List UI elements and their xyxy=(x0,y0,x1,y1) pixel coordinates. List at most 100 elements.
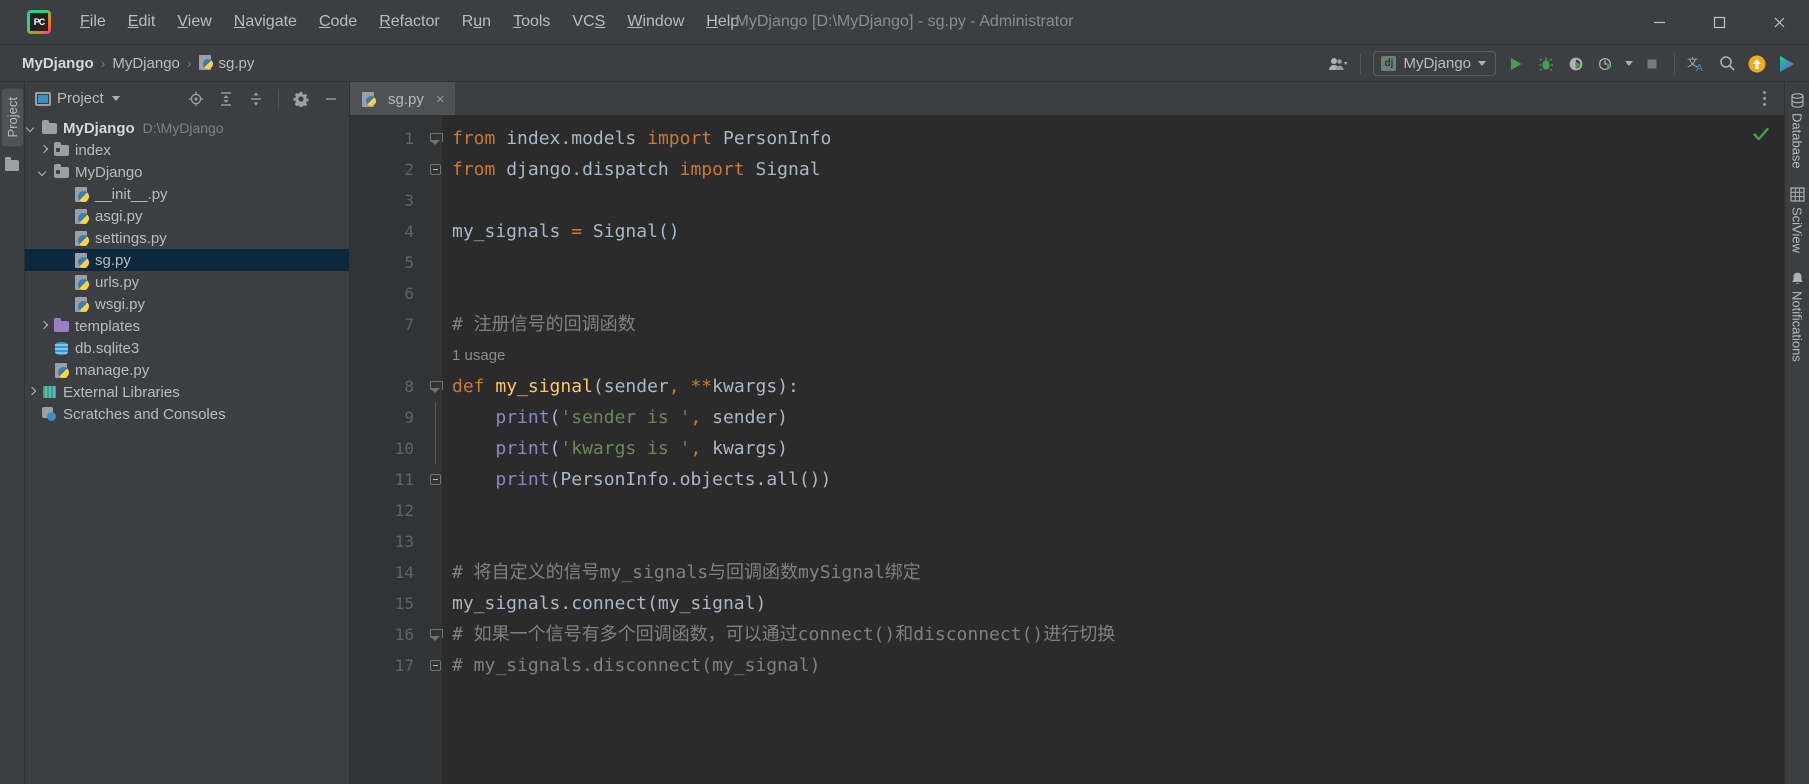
chevron-down-icon xyxy=(1478,61,1486,66)
breadcrumb-label: sg.py xyxy=(218,54,255,72)
stop-button[interactable] xyxy=(1638,50,1666,78)
menu-tools[interactable]: Tools xyxy=(502,9,561,35)
inspection-status-icon[interactable] xyxy=(1752,125,1770,143)
run-with-coverage-button[interactable] xyxy=(1562,50,1590,78)
settings-gear-icon[interactable] xyxy=(289,87,313,111)
right-tool-tab-sciview[interactable]: SciView xyxy=(1788,182,1807,258)
code-content[interactable]: from index.models import PersonInfo from … xyxy=(442,115,1784,784)
code-fold-marker[interactable] xyxy=(428,619,443,650)
tree-node-label: urls.py xyxy=(95,273,140,291)
right-tool-tab-notifications[interactable]: Notifications xyxy=(1788,266,1807,367)
code-editor[interactable]: 1234567 8 9 10 11 12 13 14 15 16 17 from index.mo… xyxy=(350,115,1784,784)
code-folding-gutter[interactable] xyxy=(428,115,443,784)
tree-node-external-libraries[interactable]: External Libraries xyxy=(25,381,349,403)
menu-window[interactable]: Window xyxy=(616,9,695,35)
chevron-open-icon[interactable] xyxy=(25,121,39,135)
code-line: print(PersonInfo.objects.all()) xyxy=(495,469,832,490)
breadcrumb-item-2[interactable]: sg.py xyxy=(198,54,255,72)
editor-tab-actions xyxy=(1754,82,1774,115)
chevron-closed-icon[interactable] xyxy=(37,143,51,157)
ide-assistant-icon[interactable] xyxy=(1773,50,1801,78)
code-fold-marker[interactable] xyxy=(428,402,442,433)
close-tab-icon[interactable]: × xyxy=(436,91,445,108)
module-folder-icon xyxy=(53,142,71,158)
tree-node-asgi-py[interactable]: asgi.py xyxy=(25,205,349,227)
python-file-icon xyxy=(73,252,91,268)
chevron-closed-icon[interactable] xyxy=(37,319,51,333)
breadcrumb-item-1[interactable]: MyDjango xyxy=(112,55,180,72)
code-fold-marker[interactable] xyxy=(428,123,443,154)
project-panel-title: Project xyxy=(57,90,104,107)
tree-node-db-sqlite3[interactable]: db.sqlite3 xyxy=(25,337,349,359)
menu-run[interactable]: Run xyxy=(451,9,502,35)
translate-icon[interactable]: 文 A xyxy=(1683,50,1711,78)
project-tree[interactable]: MyDjango D:\MyDjango index MyDjango __init__… xyxy=(25,115,349,784)
update-project-icon[interactable] xyxy=(1743,50,1771,78)
collapse-all-icon[interactable] xyxy=(244,87,268,111)
menu-refactor[interactable]: Refactor xyxy=(368,9,450,35)
run-button[interactable] xyxy=(1502,50,1530,78)
tree-node-sg-py[interactable]: sg.py xyxy=(25,249,349,271)
profile-dropdown-icon[interactable] xyxy=(1622,50,1636,78)
code-fold-marker[interactable] xyxy=(428,650,442,681)
tree-node-templates[interactable]: templates xyxy=(25,315,349,337)
tree-node-settings-py[interactable]: settings.py xyxy=(25,227,349,249)
menu-edit[interactable]: Edit xyxy=(117,9,167,35)
debug-button[interactable] xyxy=(1532,50,1560,78)
chevron-closed-icon[interactable] xyxy=(25,385,39,399)
menu-navigate[interactable]: Navigate xyxy=(223,9,308,35)
profile-button[interactable] xyxy=(1592,50,1620,78)
menu-vcs[interactable]: VCS xyxy=(561,9,616,35)
line-number: 5 xyxy=(404,253,414,272)
code-line: # 注册信号的回调函数 xyxy=(452,314,636,335)
tree-node-wsgi-py[interactable]: wsgi.py xyxy=(25,293,349,315)
close-window-button[interactable] xyxy=(1749,0,1809,45)
maximize-window-button[interactable] xyxy=(1689,0,1749,45)
line-number: 6 xyxy=(404,284,414,303)
user-account-icon[interactable] xyxy=(1324,50,1352,78)
tree-node--init-py[interactable]: __init__.py xyxy=(25,183,349,205)
project-scope-chevron-down-icon[interactable] xyxy=(111,96,120,101)
chevron-open-icon[interactable] xyxy=(37,165,51,179)
sidebar-item-project[interactable]: Project xyxy=(1,88,23,147)
project-tool-window: Project MyDjango D:\MyDjango index MyDja… xyxy=(25,82,350,784)
usage-inlay-hint[interactable]: 1 usage xyxy=(442,340,1784,371)
right-tool-tab-database[interactable]: Database xyxy=(1788,88,1807,174)
project-window-icon xyxy=(35,91,51,106)
run-configuration-selector[interactable]: dj MyDjango xyxy=(1373,51,1496,76)
menu-file[interactable]: File xyxy=(69,9,117,35)
expand-all-icon[interactable] xyxy=(214,87,238,111)
menu-help[interactable]: Help xyxy=(695,9,750,35)
locate-file-icon[interactable] xyxy=(184,87,208,111)
minimize-window-button[interactable] xyxy=(1629,0,1689,45)
structure-folder-icon[interactable] xyxy=(5,157,19,172)
tree-node-scratches-and-consoles[interactable]: Scratches and Consoles xyxy=(25,403,349,425)
breadcrumb-item-0[interactable]: MyDjango xyxy=(22,55,94,72)
tree-node-manage-py[interactable]: manage.py xyxy=(25,359,349,381)
menu-code[interactable]: Code xyxy=(308,9,368,35)
code-fold-marker[interactable] xyxy=(428,371,443,402)
breadcrumb-label: MyDjango xyxy=(22,54,94,72)
search-everywhere-icon[interactable] xyxy=(1713,50,1741,78)
tree-node-urls-py[interactable]: urls.py xyxy=(25,271,349,293)
tree-node-index[interactable]: index xyxy=(25,139,349,161)
code-fold-marker[interactable] xyxy=(428,154,442,185)
line-number: 8 xyxy=(404,377,414,396)
code-fold-marker[interactable] xyxy=(428,433,442,464)
project-panel-header: Project xyxy=(25,82,349,115)
tree-node-mydjango[interactable]: MyDjango D:\MyDjango xyxy=(25,117,349,139)
hide-panel-icon[interactable] xyxy=(319,87,343,111)
code-fold-marker[interactable] xyxy=(428,464,442,495)
more-options-icon[interactable] xyxy=(1754,88,1774,110)
menu-view[interactable]: View xyxy=(166,9,222,35)
editor-tab-sg-py[interactable]: sg.py × xyxy=(350,82,455,115)
tree-node-mydjango[interactable]: MyDjango xyxy=(25,161,349,183)
